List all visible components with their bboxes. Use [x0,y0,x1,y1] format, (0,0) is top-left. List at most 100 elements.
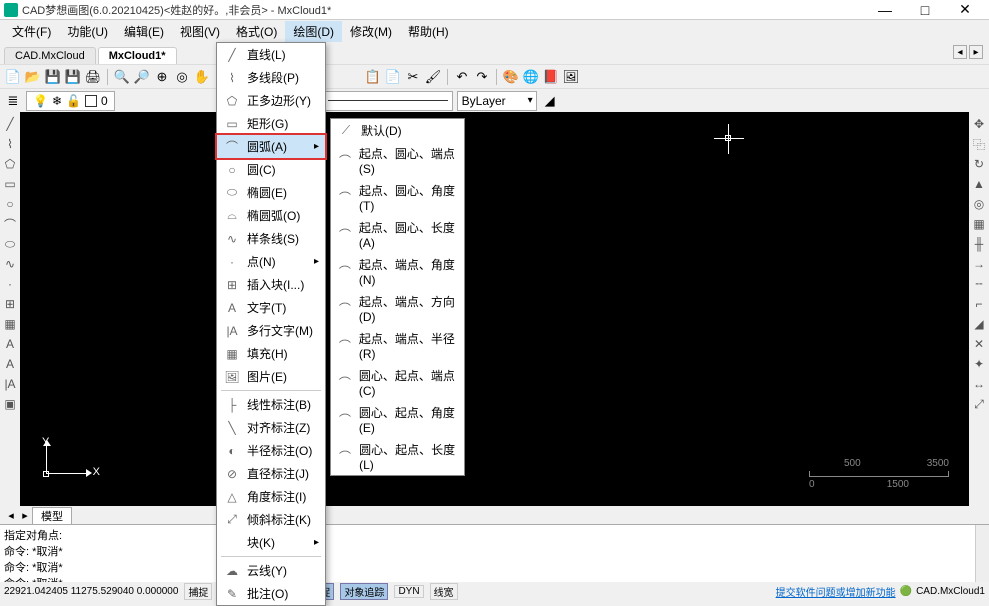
tab-doc-1[interactable]: CAD.MxCloud [4,47,96,64]
menu-ddim[interactable]: ⊘直径标注(J) [217,462,325,485]
menu-line[interactable]: ╱直线(L) [217,43,325,66]
ellipse-tool-icon[interactable]: ⬭ [2,236,18,252]
menu-earc[interactable]: ⌓椭圆弧(O) [217,204,325,227]
close-button[interactable]: ✕ [945,0,985,20]
menu-insert[interactable]: ⊞插入块(I...) [217,273,325,296]
cut-icon[interactable]: ✂ [404,68,422,86]
zoom-window-icon[interactable]: 🔍 [113,68,131,86]
rotate-tool-icon[interactable]: ↻ [971,156,987,172]
menu-ellipse[interactable]: ⬭椭圆(E) [217,181,325,204]
menu-modify[interactable]: 修改(M) [342,21,400,42]
menu-spline[interactable]: ∿样条线(S) [217,227,325,250]
circle-tool-icon[interactable]: ○ [2,196,18,212]
color-picker-icon[interactable]: ◢ [541,92,559,110]
saveas-icon[interactable]: 💾 [64,68,82,86]
layer-selector[interactable]: 💡 ❄ 🔓 0 [26,91,115,111]
move-tool-icon[interactable]: ✥ [971,116,987,132]
menu-format[interactable]: 格式(O) [228,21,285,42]
menu-cloud[interactable]: ☁云线(Y) [217,559,325,582]
color-icon[interactable]: 🎨 [502,68,520,86]
menu-draw[interactable]: 绘图(D) [285,21,342,42]
polygon-tool-icon[interactable]: ⬠ [2,156,18,172]
arc-csl[interactable]: ⌒圆心、起点、长度(L) [331,438,464,475]
insert-tool-icon[interactable]: ⊞ [2,296,18,312]
linetype-selector[interactable] [323,91,453,111]
menu-point[interactable]: ·点(N)▸ [217,250,325,273]
arc-sce[interactable]: ⌒起点、圆心、端点(S) [331,142,464,179]
print-icon[interactable]: 🖨 [84,68,102,86]
pdf-icon[interactable]: 📕 [542,68,560,86]
menu-angdim[interactable]: △角度标注(I) [217,485,325,508]
status-otrack-button[interactable]: 对象追踪 [340,583,388,600]
menu-obdim[interactable]: ⤢倾斜标注(K) [217,508,325,531]
minimize-button[interactable]: — [865,0,905,20]
extend-tool-icon[interactable]: → [971,256,987,272]
globe-icon[interactable]: 🌐 [522,68,540,86]
layer-manager-icon[interactable]: ≣ [4,92,22,110]
pan-icon[interactable]: ✋ [193,68,211,86]
dim-tool-icon[interactable]: |A [2,376,18,392]
stretch-tool-icon[interactable]: ↔ [971,376,987,392]
menu-pline[interactable]: ⌇多线段(P) [217,66,325,89]
paste-icon[interactable]: 📄 [384,68,402,86]
explode-tool-icon[interactable]: ✦ [971,356,987,372]
arc-scl[interactable]: ⌒起点、圆心、长度(A) [331,216,464,253]
save-icon[interactable]: 💾 [44,68,62,86]
menu-image[interactable]: 🖼图片(E) [217,365,325,388]
menu-arc[interactable]: ⌒圆弧(A)▸ [217,135,325,158]
copy-icon[interactable]: 📋 [364,68,382,86]
copy-tool-icon[interactable]: ⿻ [971,136,987,152]
arc-tool-icon[interactable]: ⌒ [2,216,18,232]
rect-tool-icon[interactable]: ▭ [2,176,18,192]
maximize-button[interactable]: □ [905,0,945,20]
drawing-canvas[interactable]: Y X 500 3500 0 1500 [20,112,969,506]
layout-prev-button[interactable]: ◂ [4,509,18,522]
mtext-tool-icon[interactable]: A [2,356,18,372]
menu-block[interactable]: 块(K)▸ [217,531,325,554]
menu-text[interactable]: A文字(T) [217,296,325,319]
undo-icon[interactable]: ↶ [453,68,471,86]
menu-adim[interactable]: ╲对齐标注(Z) [217,416,325,439]
model-tab[interactable]: 模型 [32,507,72,524]
menu-view[interactable]: 视图(V) [172,21,228,42]
tab-prev-button[interactable]: ◂ [953,45,967,59]
arc-csa[interactable]: ⌒圆心、起点、角度(E) [331,401,464,438]
arc-sca[interactable]: ⌒起点、圆心、角度(T) [331,179,464,216]
menu-func[interactable]: 功能(U) [59,21,116,42]
match-icon[interactable]: 🖌 [424,68,442,86]
status-lwt-button[interactable]: 线宽 [430,583,458,600]
point-tool-icon[interactable]: · [2,276,18,292]
erase-tool-icon[interactable]: ✕ [971,336,987,352]
menu-edit[interactable]: 编辑(E) [116,21,172,42]
arc-ser[interactable]: ⌒起点、端点、半径(R) [331,327,464,364]
menu-help[interactable]: 帮助(H) [400,21,457,42]
status-snap-button[interactable]: 捕捉 [184,583,212,600]
redo-icon[interactable]: ↷ [473,68,491,86]
break-tool-icon[interactable]: ╌ [971,276,987,292]
menu-polygon[interactable]: ⬠正多边形(Y) [217,89,325,112]
mirror-tool-icon[interactable]: ▲ [971,176,987,192]
menu-circle[interactable]: ○圆(C) [217,158,325,181]
spline-tool-icon[interactable]: ∿ [2,256,18,272]
menu-comment[interactable]: ✎批注(O) [217,582,325,605]
menu-rect[interactable]: ▭矩形(G) [217,112,325,135]
lineweight-selector[interactable]: ByLayer [457,91,537,111]
arc-sed[interactable]: ⌒起点、端点、方向(D) [331,290,464,327]
menu-lindim[interactable]: ├线性标注(B) [217,393,325,416]
open-icon[interactable]: 📂 [24,68,42,86]
scale-tool-icon[interactable]: ⤢ [971,396,987,412]
line-tool-icon[interactable]: ╱ [2,116,18,132]
menu-rdim[interactable]: ◐半径标注(O) [217,439,325,462]
arc-default[interactable]: ⟋默认(D) [331,119,464,142]
tab-doc-2[interactable]: MxCloud1* [98,47,177,64]
fillet-tool-icon[interactable]: ⌐ [971,296,987,312]
zoom-in-icon[interactable]: 🔎 [133,68,151,86]
text-tool-icon[interactable]: A [2,336,18,352]
trim-tool-icon[interactable]: ╫ [971,236,987,252]
offset-tool-icon[interactable]: ◎ [971,196,987,212]
arc-cse[interactable]: ⌒圆心、起点、端点(C) [331,364,464,401]
image-icon[interactable]: 🖼 [562,68,580,86]
menu-file[interactable]: 文件(F) [4,21,59,42]
zoom-prev-icon[interactable]: ◎ [173,68,191,86]
hatch-tool-icon[interactable]: ▦ [2,316,18,332]
